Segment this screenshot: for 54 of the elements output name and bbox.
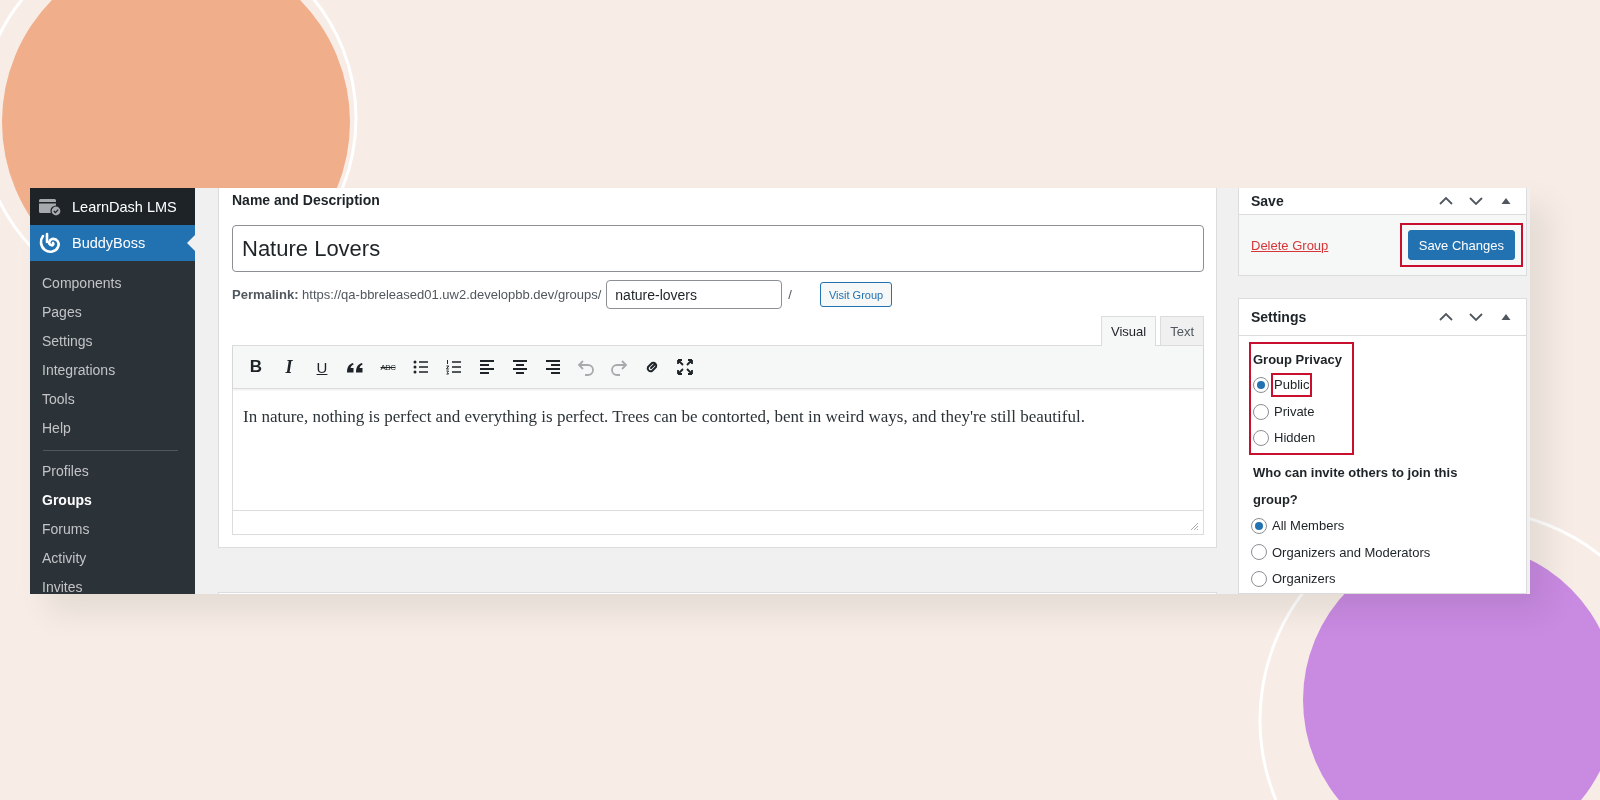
option-label: Organizers — [1272, 571, 1336, 587]
window-icon — [38, 196, 62, 217]
invite-heading: Who can invite others to join this group? — [1252, 463, 1459, 509]
submenu-item[interactable]: Invites — [30, 573, 195, 594]
numbered-list-icon — [444, 357, 464, 377]
radio-button[interactable] — [1253, 377, 1269, 394]
radio-button[interactable] — [1251, 517, 1267, 534]
submenu-item[interactable]: Settings — [30, 327, 195, 356]
submenu-item[interactable]: Components — [30, 269, 195, 298]
submenu-item[interactable]: Pages — [30, 298, 195, 327]
title-field[interactable]: Nature Lovers — [232, 225, 1204, 272]
submenu-item[interactable]: Activity — [30, 544, 195, 573]
swirl-icon — [38, 232, 62, 254]
submenu-item[interactable]: Integrations — [30, 356, 195, 385]
italic-button[interactable]: I — [275, 353, 303, 381]
align-center-icon — [510, 357, 530, 377]
group-privacy-heading: Group Privacy — [1253, 351, 1342, 369]
align-left-icon — [477, 357, 497, 377]
editor-tab[interactable]: Text — [1160, 316, 1204, 345]
slug-field[interactable]: nature-lovers — [606, 280, 783, 309]
fullscreen-icon — [675, 357, 695, 377]
save-changes-button[interactable]: Save Changes — [1407, 230, 1515, 260]
option-label: Hidden — [1274, 430, 1316, 446]
editor-text[interactable]: In nature, nothing is perfect and everything is perfect. Trees can be contorted, bent in weird ways, and they're still beautiful. — [233, 389, 1203, 510]
submenu-item[interactable]: Forums — [30, 515, 195, 544]
option-label: Organizers and Moderators — [1272, 544, 1431, 560]
visit-group-button[interactable]: Visit Group — [819, 282, 893, 307]
card-title: Name and Description — [232, 192, 381, 208]
menu-item[interactable]: LearnDash LMS — [30, 188, 195, 225]
resize-handle-icon — [1190, 522, 1199, 531]
option-label: Private — [1274, 403, 1315, 419]
permalink-text: Permalink: https://qa-bbreleased01.uw2.developbb.dev/groups/ — [232, 287, 602, 302]
redo-icon — [609, 357, 629, 377]
delete-group-link[interactable]: Delete Group — [1251, 237, 1329, 253]
radio-button[interactable] — [1251, 544, 1267, 561]
bold-button[interactable]: B — [242, 353, 270, 381]
underline-button[interactable]: U — [308, 353, 336, 381]
option-label: All Members — [1272, 518, 1345, 534]
box-title: Save — [1251, 193, 1284, 209]
undo-icon — [576, 357, 596, 377]
slash-text: / — [788, 287, 792, 302]
submenu-item[interactable]: Tools — [30, 385, 195, 414]
editor-tab[interactable]: Visual — [1100, 316, 1157, 346]
radio-button[interactable] — [1251, 570, 1267, 587]
box-title: Settings — [1251, 309, 1307, 325]
radio-button[interactable] — [1253, 430, 1269, 447]
submenu-item[interactable]: Groups — [30, 486, 195, 515]
menu-item[interactable]: BuddyBoss — [30, 225, 195, 261]
submenu-item[interactable]: Help — [30, 414, 195, 443]
align-right-icon — [543, 357, 563, 377]
strikethrough-button[interactable]: ABC — [374, 353, 402, 381]
submenu-item[interactable]: Profiles — [30, 457, 195, 486]
option-label: Public — [1274, 377, 1310, 393]
radio-button[interactable] — [1253, 403, 1269, 420]
